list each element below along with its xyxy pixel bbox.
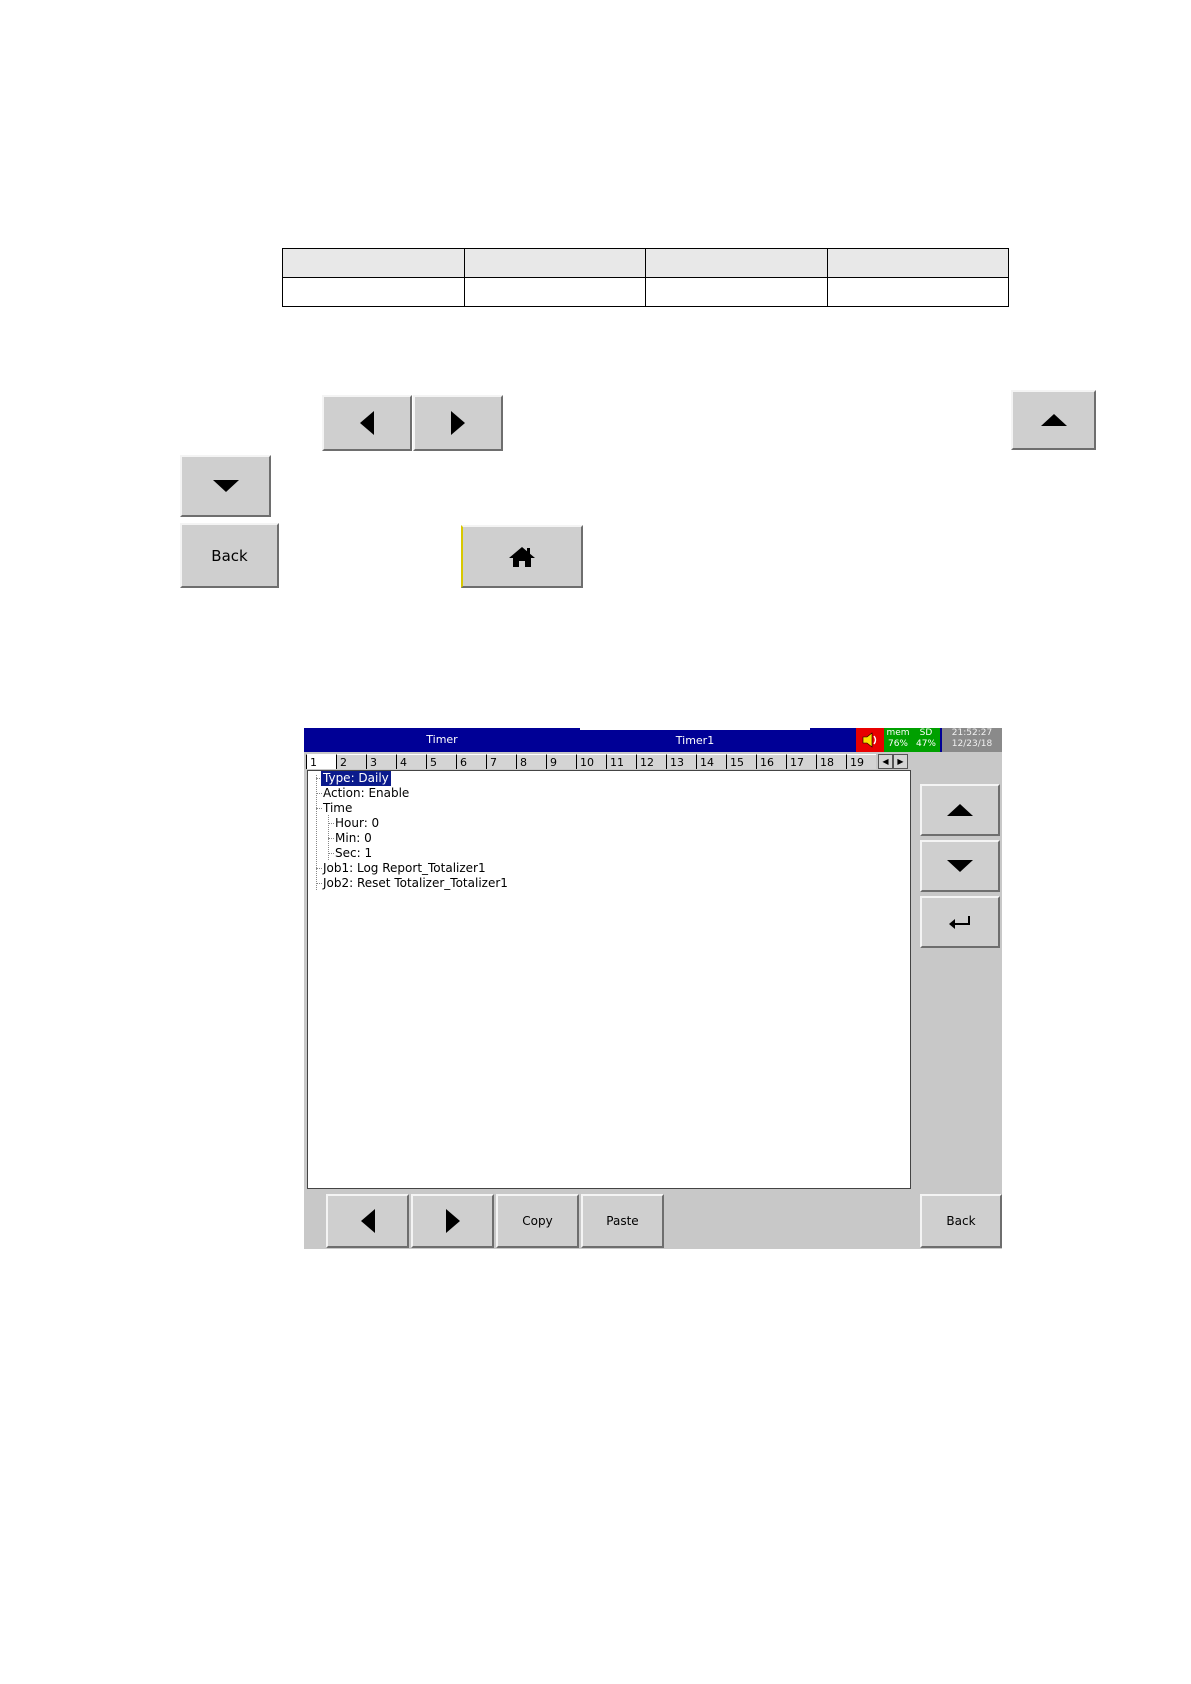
tab-13[interactable]: 13	[666, 754, 696, 769]
memory-label: mem	[886, 728, 910, 738]
paste-button-label: Paste	[606, 1214, 639, 1228]
tab-strip: 1 2 3 4 5 6 7 8 9 10 11 12 13 14 15 16 1…	[306, 754, 910, 770]
tab-7[interactable]: 7	[486, 754, 516, 769]
title-right: Timer1	[580, 728, 810, 752]
tree-item-job2[interactable]: Job2: Reset Totalizer_Totalizer1	[323, 876, 508, 891]
sd-value: 47%	[915, 739, 936, 749]
doc-table-cell	[282, 277, 465, 307]
tab-9[interactable]: 9	[546, 754, 576, 769]
screen-back-button-label: Back	[946, 1214, 976, 1228]
enter-icon	[949, 916, 970, 929]
screen-up-button[interactable]	[920, 784, 1000, 836]
tab-4[interactable]: 4	[396, 754, 426, 769]
clock-date: 12/23/18	[951, 739, 993, 749]
doc-table-cell	[826, 277, 1009, 307]
tree-item-hour[interactable]: Hour: 0	[335, 816, 379, 831]
doc-table-cell	[826, 248, 1009, 278]
tree-connector	[316, 868, 322, 869]
tab-15[interactable]: 15	[726, 754, 756, 769]
tree-item-type[interactable]: Type: Daily	[321, 771, 391, 786]
tab-16[interactable]: 16	[756, 754, 786, 769]
back-button-label: Back	[211, 546, 248, 565]
doc-table-cell	[282, 248, 465, 278]
doc-back-button[interactable]: Back	[180, 523, 279, 588]
home-icon	[509, 546, 535, 567]
up-arrow-icon	[1040, 414, 1067, 426]
copy-button[interactable]: Copy	[496, 1194, 579, 1248]
speaker-button[interactable]	[856, 728, 884, 752]
doc-left-button[interactable]	[322, 395, 412, 451]
tree-connector	[316, 793, 322, 794]
down-arrow-icon	[212, 480, 239, 492]
doc-home-button[interactable]	[461, 525, 583, 588]
doc-down-button[interactable]	[180, 455, 271, 517]
sd-label: SD	[919, 728, 933, 738]
tab-scroll-right-icon[interactable]: ▶	[893, 754, 908, 769]
tab-6[interactable]: 6	[456, 754, 486, 769]
screen-right-button[interactable]	[411, 1194, 494, 1248]
doc-table-cell	[645, 277, 828, 307]
tab-1[interactable]: 1	[306, 754, 336, 769]
down-arrow-icon	[947, 860, 973, 872]
tab-2[interactable]: 2	[336, 754, 366, 769]
doc-up-button[interactable]	[1011, 390, 1096, 450]
tab-11[interactable]: 11	[606, 754, 636, 769]
tree-connector	[328, 838, 334, 839]
tab-10[interactable]: 10	[576, 754, 606, 769]
doc-table	[282, 248, 1009, 307]
doc-right-button[interactable]	[413, 395, 503, 451]
screen-back-button[interactable]: Back	[920, 1194, 1002, 1248]
tab-8[interactable]: 8	[516, 754, 546, 769]
title-bar: Timer Timer1 mem 76% SD 47% 21:52:27 12/…	[304, 728, 1002, 752]
tree-item-job1[interactable]: Job1: Log Report_Totalizer1	[323, 861, 486, 876]
speaker-icon	[862, 732, 877, 748]
tab-14[interactable]: 14	[696, 754, 726, 769]
doc-table-cell	[463, 248, 646, 278]
right-arrow-icon	[451, 411, 465, 435]
tab-19[interactable]: 19	[846, 754, 876, 769]
tree-connector	[316, 808, 322, 809]
title-left: Timer	[426, 733, 458, 746]
screen-down-button[interactable]	[920, 840, 1000, 892]
memory-status: mem 76%	[884, 728, 912, 752]
right-arrow-icon	[445, 1209, 460, 1233]
clock-time: 21:52:27	[951, 728, 993, 738]
doc-table-row	[282, 277, 1009, 307]
tab-12[interactable]: 12	[636, 754, 666, 769]
up-arrow-icon	[947, 804, 973, 816]
screen-enter-button[interactable]	[920, 896, 1000, 948]
left-arrow-icon	[360, 411, 374, 435]
tab-17[interactable]: 17	[786, 754, 816, 769]
doc-table-header-row	[282, 248, 1009, 278]
tree-connector	[328, 853, 334, 854]
memory-value: 76%	[887, 739, 908, 749]
tree-connector	[316, 883, 322, 884]
tab-18[interactable]: 18	[816, 754, 846, 769]
tab-5[interactable]: 5	[426, 754, 456, 769]
tree-item-min[interactable]: Min: 0	[335, 831, 372, 846]
tab-3[interactable]: 3	[366, 754, 396, 769]
paste-button[interactable]: Paste	[581, 1194, 664, 1248]
doc-table-cell	[463, 277, 646, 307]
tab-scroll-left-icon[interactable]: ◀	[878, 754, 893, 769]
tree-item-sec[interactable]: Sec: 1	[335, 846, 372, 861]
doc-table-cell	[645, 248, 828, 278]
device-screen: Timer Timer1 mem 76% SD 47% 21:52:27 12/…	[304, 728, 1002, 1249]
sd-status: SD 47%	[912, 728, 940, 752]
left-arrow-icon	[360, 1209, 375, 1233]
copy-button-label: Copy	[522, 1214, 553, 1228]
clock: 21:52:27 12/23/18	[942, 728, 1002, 752]
tree-item-time[interactable]: Time	[323, 801, 352, 816]
settings-tree: Type: Daily Action: Enable Time Hour: 0 …	[307, 770, 911, 1189]
tab-scroll: ◀ ▶	[878, 754, 908, 769]
tree-item-action[interactable]: Action: Enable	[323, 786, 409, 801]
screen-left-button[interactable]	[326, 1194, 409, 1248]
tree-connector	[328, 823, 334, 824]
